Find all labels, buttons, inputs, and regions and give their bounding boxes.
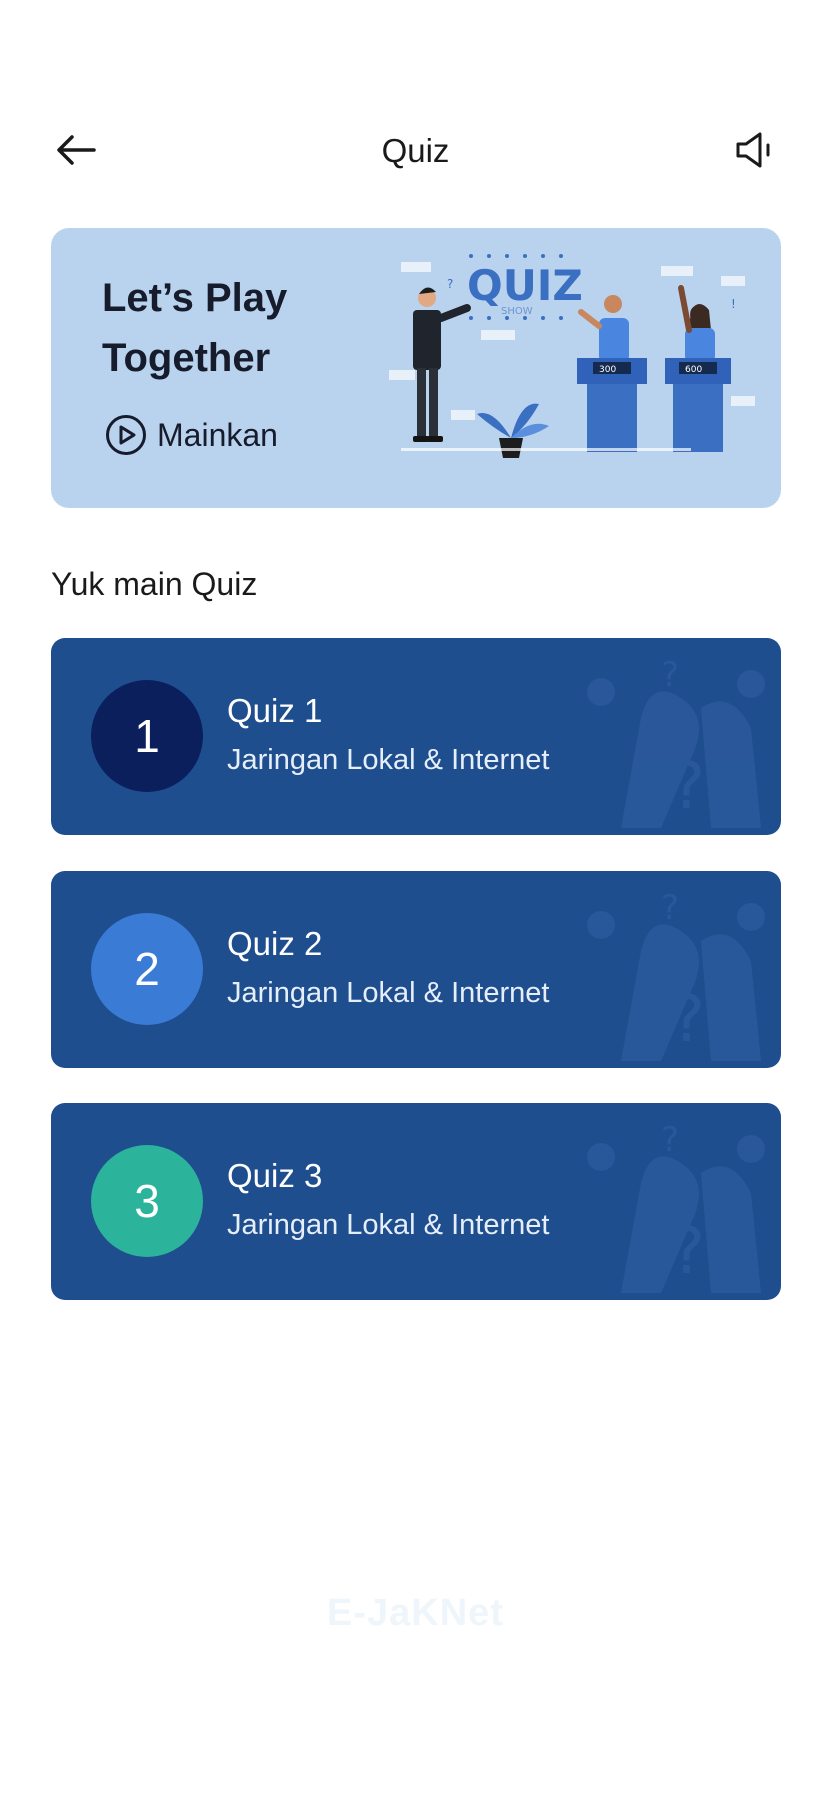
quiz-card-1[interactable]: 1 Quiz 1 Jaringan Lokal & Internet ? ? xyxy=(51,638,781,835)
svg-text:?: ? xyxy=(671,750,705,824)
svg-text:?: ? xyxy=(661,1120,679,1160)
quiz-title: Quiz 3 xyxy=(227,1157,323,1194)
svg-text:?: ? xyxy=(447,277,453,291)
quiz-subtitle: Jaringan Lokal & Internet xyxy=(227,977,550,1009)
quiz-decoration-icon: ? ? xyxy=(587,888,765,1061)
play-label: Mainkan xyxy=(157,416,278,453)
quiz-subtitle: Jaringan Lokal & Internet xyxy=(227,744,550,776)
quiz-title: Quiz 2 xyxy=(227,925,323,962)
brand-watermark: E-JaKNet xyxy=(327,1592,504,1634)
page-title: Quiz xyxy=(381,132,450,169)
svg-text:?: ? xyxy=(661,888,679,928)
play-circle-icon xyxy=(106,415,146,455)
quiz-number-badge: 2 xyxy=(91,913,203,1025)
quiz-banner: Let’s Play Together Mainkan QUIZ SHOW 30… xyxy=(51,228,781,508)
speaker-icon xyxy=(736,132,770,168)
svg-text:?: ? xyxy=(661,655,679,695)
play-button[interactable]: Mainkan xyxy=(105,414,278,456)
podium-score-1: 300 xyxy=(599,365,616,375)
quiz-title: Quiz 1 xyxy=(227,692,323,729)
quiz-decoration-icon: ? ? xyxy=(587,655,765,828)
svg-text:!: ! xyxy=(731,297,736,311)
section-title: Yuk main Quiz xyxy=(51,566,258,602)
quiz-decoration-icon: ? ? xyxy=(587,1120,765,1293)
quiz-number-badge: 3 xyxy=(91,1145,203,1257)
svg-text:?: ? xyxy=(671,1215,705,1289)
svg-text:?: ? xyxy=(671,983,705,1057)
podium-score-2: 600 xyxy=(685,365,702,375)
quiz-sign-text: QUIZ xyxy=(467,261,583,310)
quiz-show-illustration: QUIZ SHOW 300 600 ? ! xyxy=(389,254,755,458)
quiz-number-badge: 1 xyxy=(91,680,203,792)
quiz-card-2[interactable]: 2 Quiz 2 Jaringan Lokal & Internet ? ? xyxy=(51,871,781,1068)
quiz-card-3[interactable]: 3 Quiz 3 Jaringan Lokal & Internet ? ? xyxy=(51,1103,781,1300)
banner-title: Let’s Play Together xyxy=(102,276,288,380)
quiz-subtitle: Jaringan Lokal & Internet xyxy=(227,1209,550,1241)
sound-button[interactable] xyxy=(731,128,779,172)
top-bar: Quiz xyxy=(0,110,831,190)
quiz-sign-subtext: SHOW xyxy=(501,306,533,317)
